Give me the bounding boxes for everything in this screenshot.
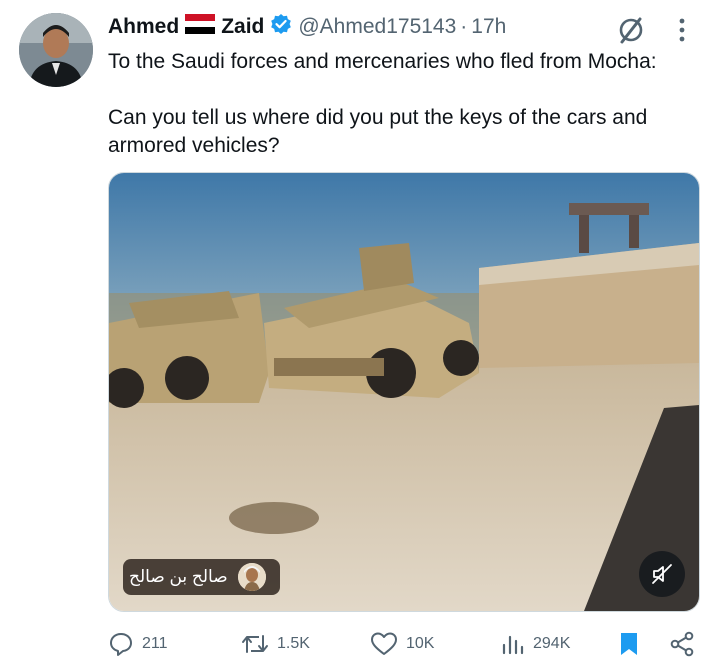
tweet-text-line2: Can you tell us where did you put the ke…: [108, 106, 648, 157]
reply-button[interactable]: 211: [108, 624, 168, 664]
watermark-avatar-icon: [237, 563, 266, 591]
tweet-actions: 211 1.5K 10K 294K: [108, 624, 698, 664]
bookmark-icon: [621, 633, 637, 655]
watermark-text: صالح بن صالح: [129, 567, 228, 586]
repost-icon: [242, 635, 268, 653]
author-handle[interactable]: @Ahmed175143: [298, 15, 456, 39]
share-button[interactable]: [669, 624, 695, 664]
mute-button[interactable]: [639, 551, 685, 597]
like-icon: [371, 632, 397, 655]
tweet-time[interactable]: 17h: [471, 15, 506, 39]
tweet-header: Ahmed Zaid @Ahmed175143 · 17h: [108, 10, 700, 44]
reply-icon: [110, 633, 132, 656]
tweet-text-line1: To the Saudi forces and mercenaries who …: [108, 50, 657, 73]
tweet-text: To the Saudi forces and mercenaries who …: [108, 48, 708, 160]
video-frame: [109, 173, 699, 611]
share-icon: [670, 631, 694, 657]
repost-count: 1.5K: [277, 635, 310, 652]
views-button[interactable]: 294K: [501, 624, 570, 664]
views-count: 294K: [533, 635, 571, 652]
repost-button[interactable]: 1.5K: [241, 624, 310, 664]
like-button[interactable]: 10K: [370, 624, 434, 664]
like-count: 10K: [406, 635, 435, 652]
mute-icon: [652, 564, 672, 584]
verified-badge-icon: [270, 13, 292, 41]
author-name-last[interactable]: Zaid: [221, 15, 264, 39]
avatar-image: [19, 13, 93, 87]
reply-count: 211: [142, 635, 168, 652]
separator-dot: ·: [460, 15, 468, 38]
video-watermark: صالح بن صالح: [123, 559, 280, 595]
grok-icon[interactable]: [616, 15, 646, 50]
tweet-video[interactable]: صالح بن صالح: [108, 172, 700, 612]
bookmark-button[interactable]: [618, 624, 640, 664]
views-icon: [502, 635, 524, 655]
more-icon[interactable]: [674, 15, 690, 50]
flag-yemen-icon: [185, 14, 216, 40]
author-avatar[interactable]: [19, 13, 93, 87]
author-name-first[interactable]: Ahmed: [108, 15, 179, 39]
